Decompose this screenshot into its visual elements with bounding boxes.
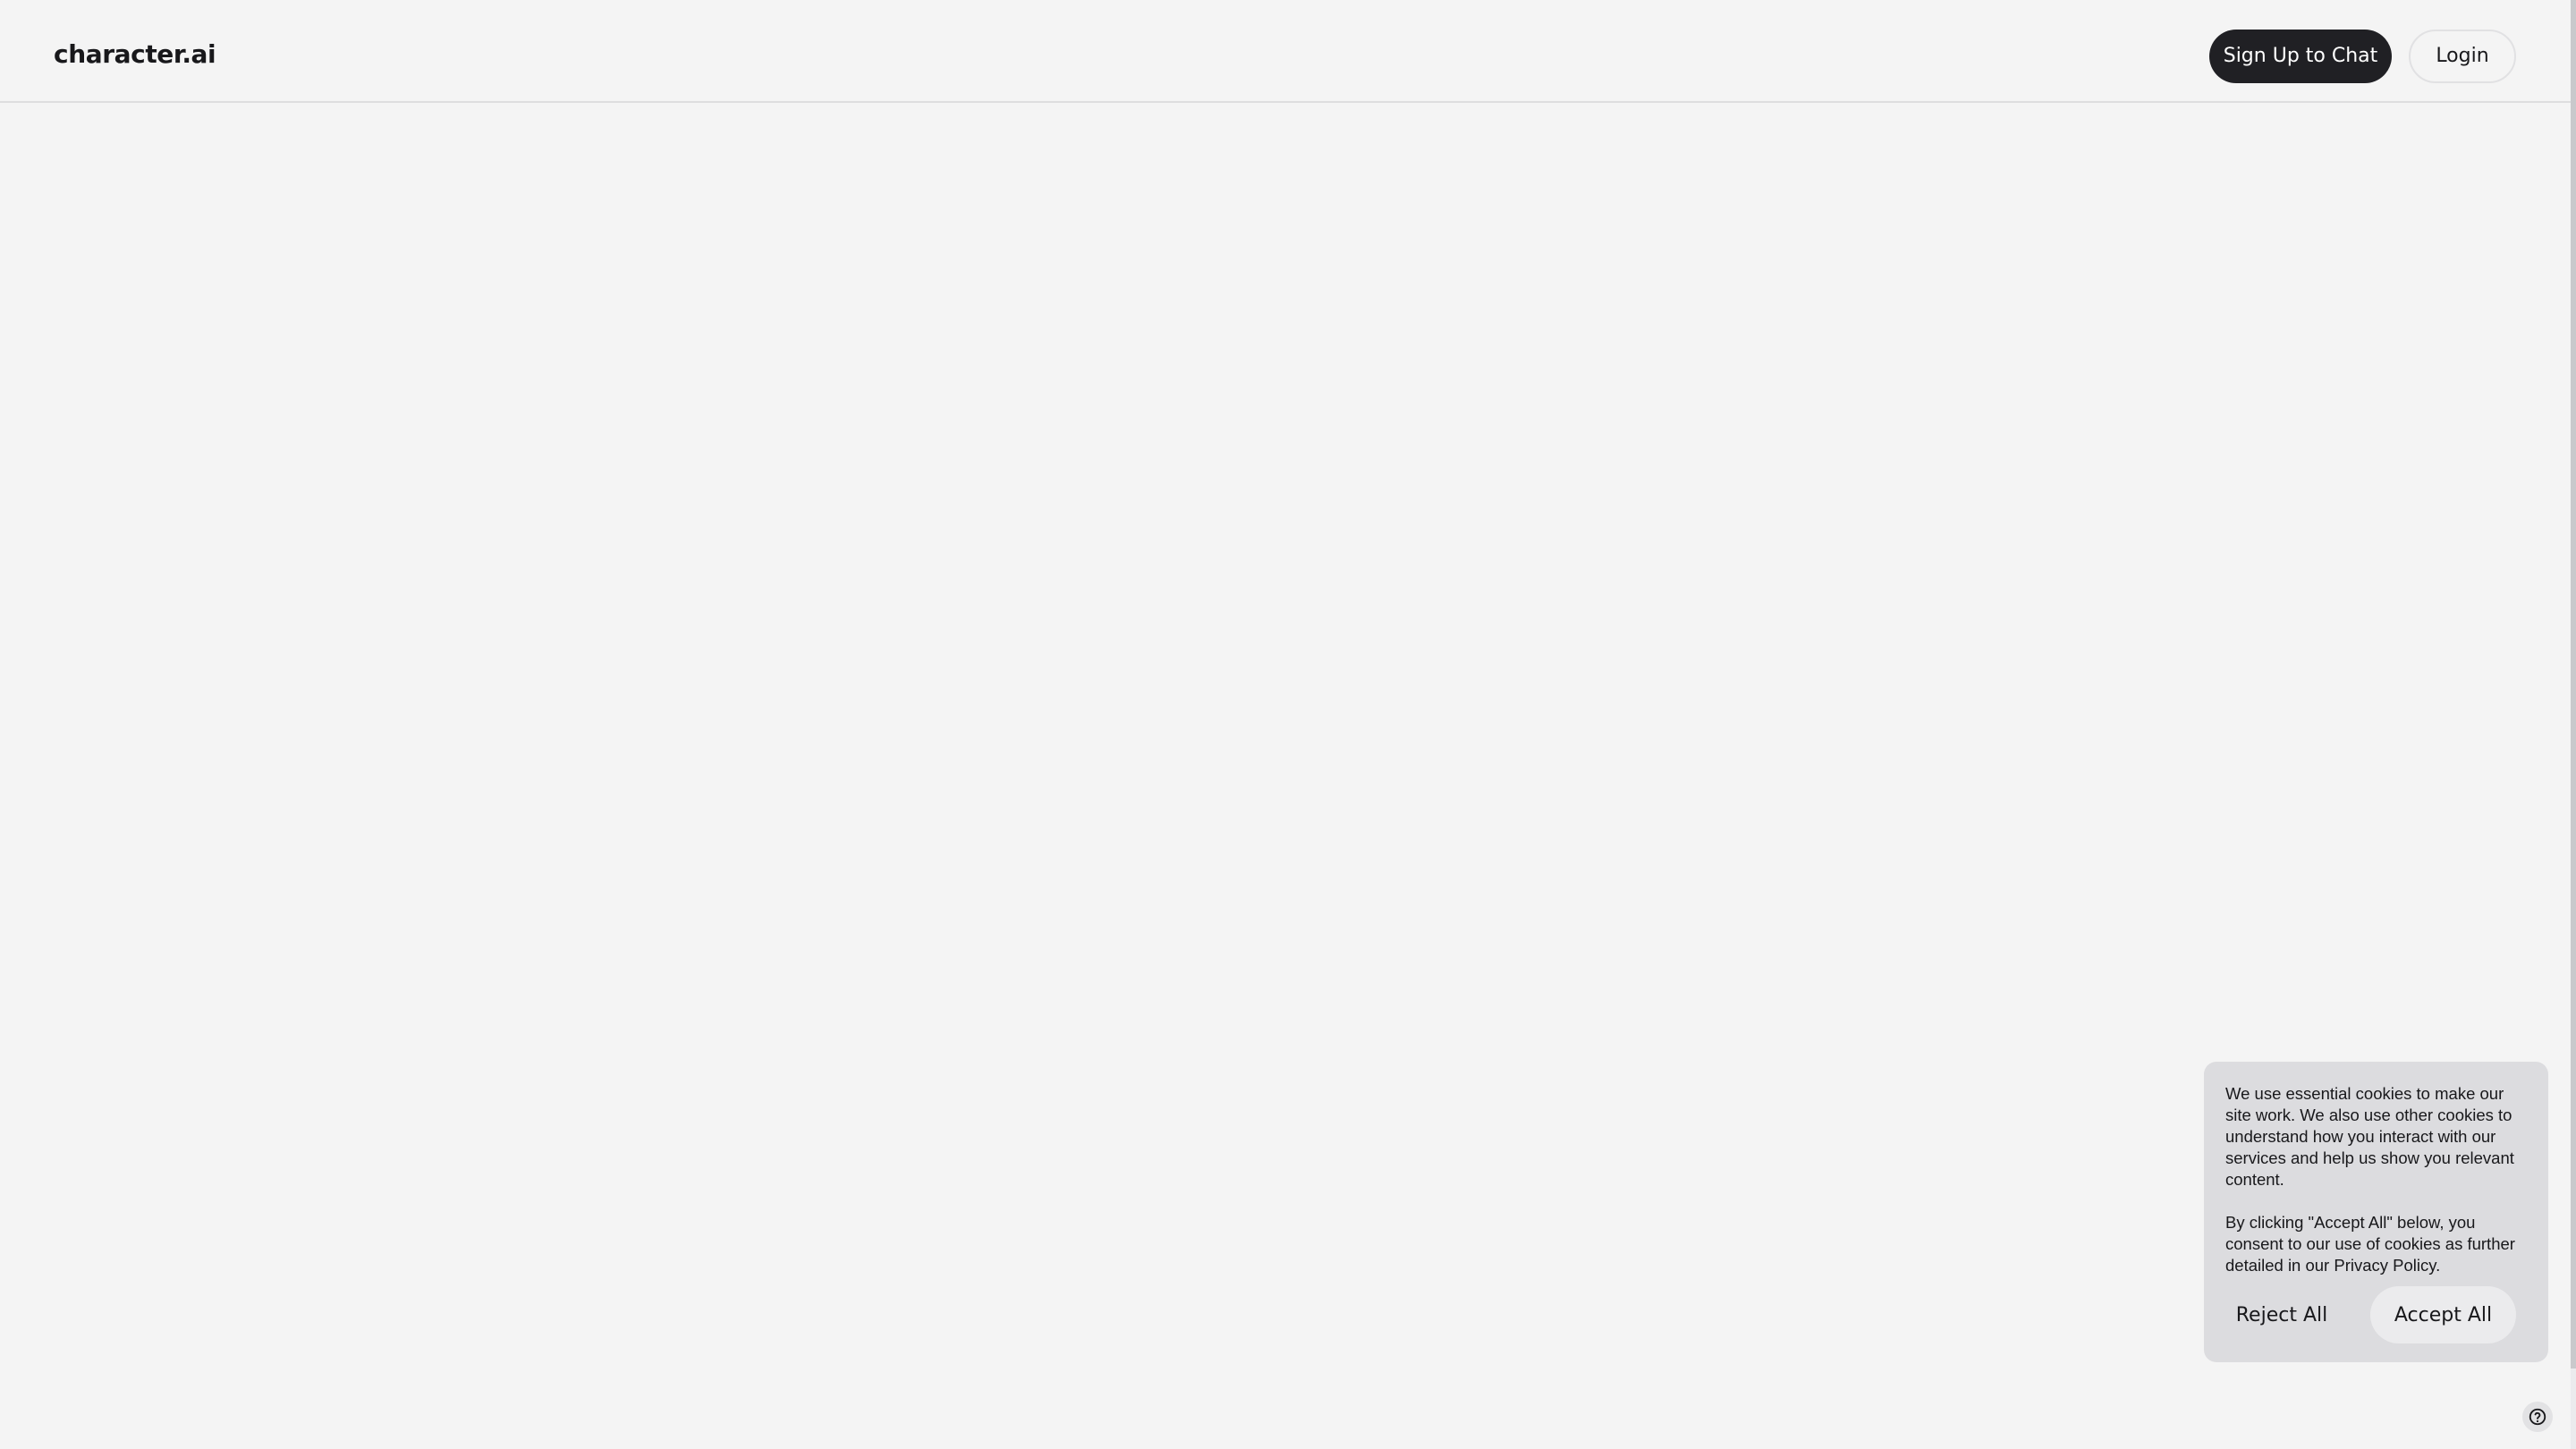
accept-all-button[interactable]: Accept All xyxy=(2370,1286,2516,1343)
sign-up-button[interactable]: Sign Up to Chat xyxy=(2209,30,2392,83)
help-button[interactable] xyxy=(2522,1402,2553,1432)
top-bar: character.ai Sign Up to Chat Login xyxy=(0,0,2571,103)
cookie-consent-notice: By clicking "Accept All" below, you cons… xyxy=(2225,1213,2515,1275)
login-button[interactable]: Login xyxy=(2409,30,2516,83)
help-circle-icon xyxy=(2529,1408,2546,1426)
reject-all-button[interactable]: Reject All xyxy=(2215,1286,2349,1343)
cookie-description: We use essential cookies to make our sit… xyxy=(2225,1084,2514,1189)
cookie-actions: Reject All Accept All xyxy=(2215,1286,2539,1343)
cookie-consent-banner: We use essential cookies to make our sit… xyxy=(2204,1062,2548,1362)
scrollbar-thumb[interactable] xyxy=(2571,0,2576,1368)
scrollbar[interactable] xyxy=(2571,0,2576,1449)
logo[interactable]: character.ai xyxy=(54,34,216,75)
page: character.ai Sign Up to Chat Login We us… xyxy=(0,0,2576,1449)
